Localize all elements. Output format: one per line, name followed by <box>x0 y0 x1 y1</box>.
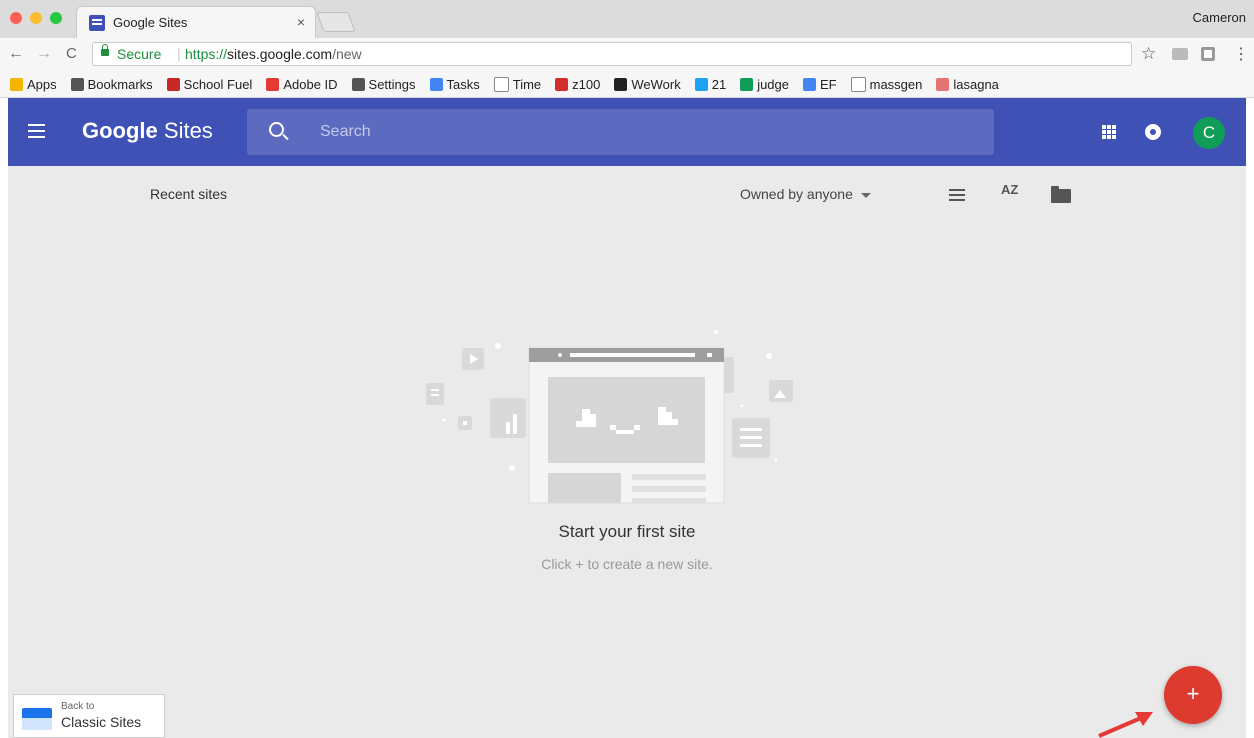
bookmark-time[interactable]: Time <box>493 77 542 92</box>
bookmarks-bar: Apps Bookmarks School Fuel Adobe ID Settings… <box>0 72 1254 98</box>
bookmark-label: Settings <box>368 77 416 92</box>
owner-filter-label: Owned by anyone <box>740 186 853 202</box>
iheart-icon <box>555 78 569 91</box>
tab-close-icon[interactable]: × <box>297 14 305 30</box>
bookmark-z100[interactable]: z100 <box>555 77 600 92</box>
url-input[interactable]: Secure | https://sites.google.com/new <box>92 42 1132 66</box>
reload-icon[interactable]: C <box>66 45 77 62</box>
bookmark-settings[interactable]: Settings <box>351 77 416 92</box>
extension-icon[interactable] <box>1201 47 1215 61</box>
bookmark-label: School Fuel <box>183 77 253 92</box>
bookmark-bookmarks[interactable]: Bookmarks <box>70 77 153 92</box>
secure-label: Secure <box>117 46 162 62</box>
bookmark-label: z100 <box>572 77 601 92</box>
lock-icon <box>101 44 109 56</box>
empty-state-subtitle: Click + to create a new site. <box>541 556 713 572</box>
empty-state-illustration-icon <box>426 330 793 504</box>
forward-arrow-icon[interactable]: → <box>36 45 52 63</box>
annotation-arrow-icon <box>1098 712 1153 738</box>
logo-sites: Sites <box>157 118 213 143</box>
tab-title: Google Sites <box>113 15 188 30</box>
list-view-icon[interactable] <box>949 189 965 191</box>
page-icon <box>850 77 866 92</box>
bookmark-label: Apps <box>27 77 57 92</box>
bookmark-apps[interactable]: Apps <box>10 77 57 92</box>
classic-big-label: Classic Sites <box>61 714 142 730</box>
bookmark-label: Adobe ID <box>283 77 338 92</box>
back-to-classic-sites-button[interactable]: Back to Classic Sites <box>13 694 165 738</box>
bookmark-school-fuel[interactable]: School Fuel <box>166 77 253 92</box>
close-window-button[interactable] <box>10 12 22 24</box>
owner-filter-dropdown[interactable]: Owned by anyone <box>740 186 871 202</box>
page-icon <box>493 77 509 92</box>
url-text: https://sites.google.com/new <box>185 46 362 62</box>
bookmark-judge[interactable]: judge <box>740 77 789 92</box>
bookmark-label: lasagna <box>953 77 999 92</box>
bookmark-label: Tasks <box>446 77 480 92</box>
google-apps-icon[interactable] <box>1102 125 1116 139</box>
extension-icon[interactable] <box>1172 48 1188 60</box>
address-bar-row: ← → C Secure | https://sites.google.com/… <box>0 38 1254 72</box>
cocktail-icon <box>936 78 950 91</box>
browser-tab-strip: Google Sites × Cameron <box>0 0 1254 39</box>
chevron-down-icon <box>860 192 871 198</box>
google-sites-favicon-icon <box>89 15 105 31</box>
sheet-icon <box>740 78 754 91</box>
new-tab-button[interactable] <box>316 12 356 32</box>
bookmark-label: Bookmarks <box>87 77 153 92</box>
bookmark-massgen[interactable]: massgen <box>850 77 923 92</box>
browser-menu-icon[interactable]: ⋮ <box>1233 44 1249 64</box>
logo-google: Google <box>82 118 158 143</box>
bookmark-star-icon[interactable]: ☆ <box>1141 44 1156 64</box>
main-menu-icon[interactable] <box>28 124 45 126</box>
google-sites-logo[interactable]: Google Sites <box>82 118 213 144</box>
empty-state-title: Start your first site <box>558 522 696 541</box>
bookmark-label: WeWork <box>631 77 681 92</box>
doc-icon <box>803 78 816 91</box>
create-site-button[interactable]: + <box>1164 666 1222 724</box>
bookmark-label: massgen <box>869 77 923 92</box>
bookmark-label: judge <box>757 77 789 92</box>
gear-icon <box>351 78 365 91</box>
apps-grid-icon <box>10 78 23 91</box>
url-path: /new <box>332 46 362 62</box>
sites-app: Google Sites Search C Recent sites Owned… <box>8 98 1246 738</box>
wework-icon <box>614 78 628 91</box>
bookmark-ef[interactable]: EF <box>803 77 837 92</box>
app-header: Google Sites Search C <box>8 98 1246 166</box>
bookmark-label: EF <box>820 77 837 92</box>
back-arrow-icon[interactable]: ← <box>8 45 24 63</box>
notifications-icon[interactable] <box>1145 124 1161 140</box>
classic-small-label: Back to <box>61 701 95 712</box>
bookmark-wework[interactable]: WeWork <box>614 77 681 92</box>
avatar[interactable]: C <box>1193 117 1225 149</box>
bookmark-label: Time <box>512 77 542 92</box>
doc-icon <box>429 78 443 91</box>
profile-name[interactable]: Cameron <box>1193 10 1246 25</box>
search-icon[interactable] <box>269 122 284 137</box>
url-separator: | <box>177 45 181 61</box>
bookmark-adobe-id[interactable]: Adobe ID <box>266 77 338 92</box>
recent-sites-heading: Recent sites <box>150 186 228 202</box>
bookmark-tasks[interactable]: Tasks <box>429 77 480 92</box>
browser-tab-google-sites[interactable]: Google Sites × <box>76 6 316 38</box>
url-host: sites.google.com <box>227 46 333 62</box>
star-icon <box>70 78 84 91</box>
search-placeholder: Search <box>320 123 371 140</box>
minimize-window-button[interactable] <box>30 12 42 24</box>
folder-icon[interactable] <box>1051 186 1071 203</box>
bookmark-lasagna[interactable]: lasagna <box>936 77 999 92</box>
maximize-window-button[interactable] <box>50 12 62 24</box>
sort-az-icon[interactable]: AZ <box>1001 183 1018 196</box>
bookmark-label: 21 <box>711 77 727 92</box>
twitter-icon <box>694 78 708 91</box>
classic-sites-icon <box>22 708 52 730</box>
school-fuel-icon <box>166 78 180 91</box>
bookmark-21[interactable]: 21 <box>694 77 727 92</box>
window-controls <box>10 12 62 24</box>
url-scheme: https:// <box>185 46 228 62</box>
search-input[interactable]: Search <box>247 109 994 155</box>
adobe-icon <box>266 78 280 91</box>
